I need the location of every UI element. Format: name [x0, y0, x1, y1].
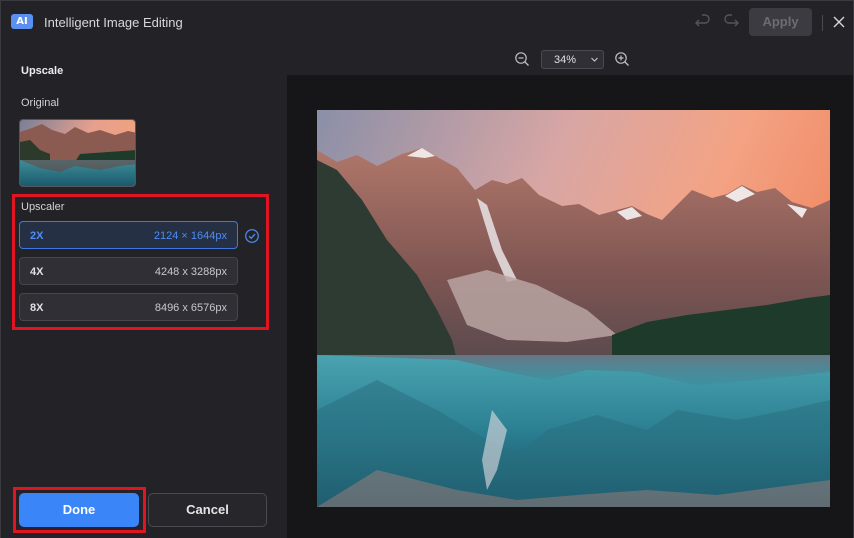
cancel-button[interactable]: Cancel — [148, 493, 267, 527]
panel-title: Upscale — [21, 65, 64, 77]
option-size: 8496 x 6576px — [154, 302, 227, 314]
settings-panel: Upscale Original Upscaler 2X 2124 × 1644… — [1, 44, 287, 538]
zoom-in-icon[interactable] — [614, 51, 630, 67]
preview-image — [317, 110, 830, 507]
window-title: Intelligent Image Editing — [44, 15, 183, 30]
undo-icon[interactable] — [693, 12, 713, 32]
upscale-option-2x[interactable]: 2X 2124 × 1644px — [19, 221, 238, 249]
preview-area: 34% — [287, 44, 853, 538]
option-size: 2124 × 1644px — [153, 230, 227, 242]
close-icon[interactable] — [831, 14, 847, 30]
option-name: 8X — [30, 302, 44, 314]
option-name: 4X — [30, 266, 44, 278]
zoom-level-select[interactable]: 34% — [541, 50, 604, 69]
zoom-toolbar: 34% — [287, 44, 853, 75]
upscale-option-4x[interactable]: 4X 4248 x 3288px — [19, 257, 238, 285]
chevron-down-icon — [591, 57, 598, 62]
original-label: Original — [21, 97, 59, 109]
apply-button[interactable]: Apply — [749, 8, 812, 36]
upscaler-label: Upscaler — [21, 201, 65, 213]
done-button[interactable]: Done — [19, 493, 139, 527]
zoom-value: 34% — [554, 54, 577, 66]
zoom-out-icon[interactable] — [514, 51, 530, 67]
check-circle-icon — [245, 229, 259, 243]
redo-icon[interactable] — [721, 12, 741, 32]
editor-window: AI Intelligent Image Editing Apply Upsca… — [0, 0, 854, 538]
upscale-option-8x[interactable]: 8X 8496 x 6576px — [19, 293, 238, 321]
ai-badge-icon: AI — [11, 14, 33, 29]
title-divider — [822, 15, 823, 31]
option-size: 4248 x 3288px — [154, 266, 227, 278]
option-name: 2X — [30, 230, 44, 242]
original-thumbnail — [19, 119, 136, 187]
title-bar: AI Intelligent Image Editing Apply — [1, 1, 853, 44]
